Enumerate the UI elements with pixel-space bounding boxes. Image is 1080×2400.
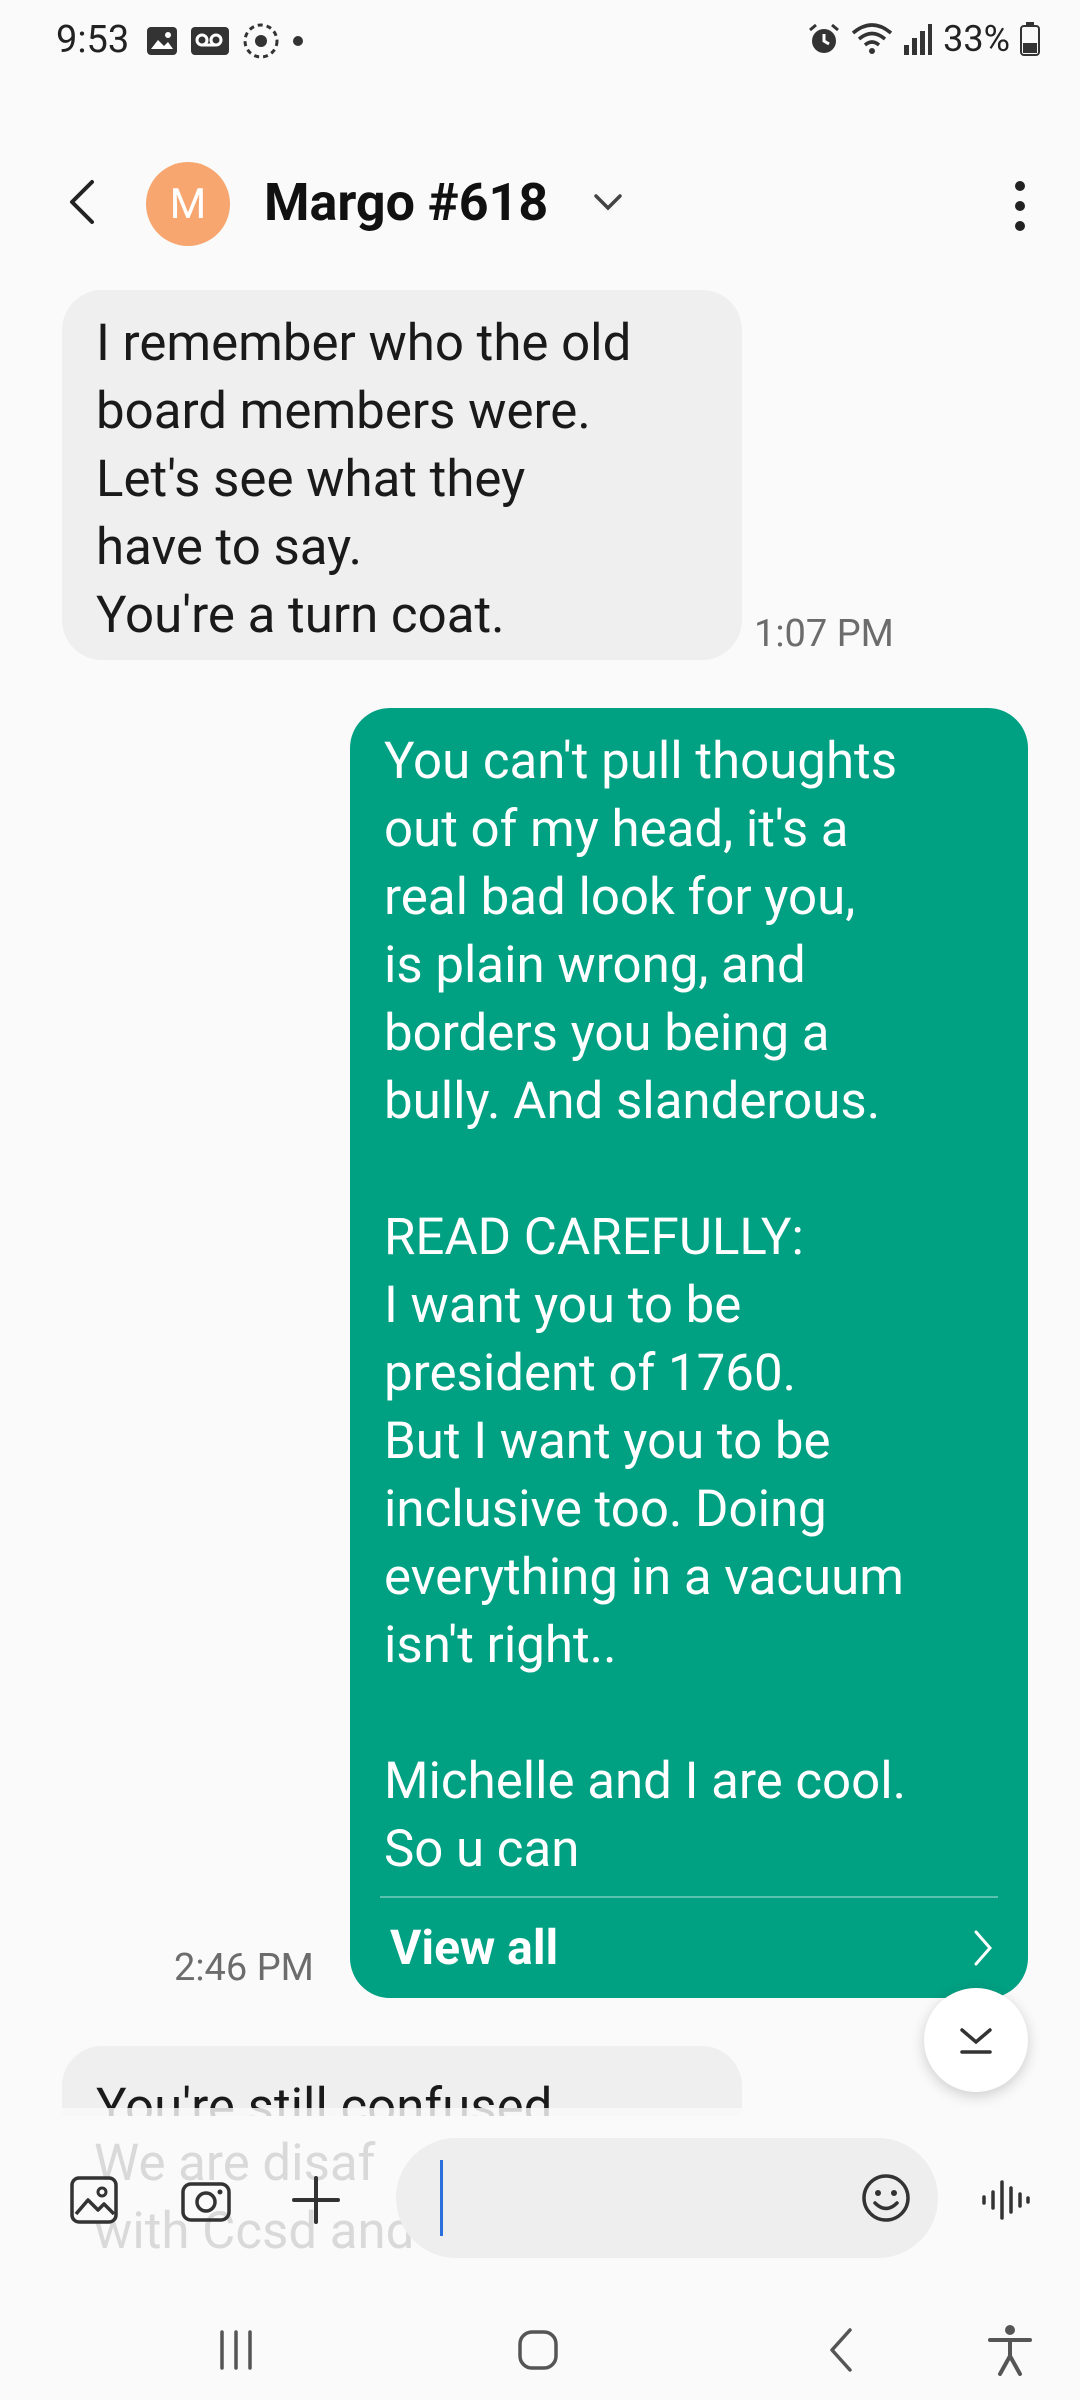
- more-options-icon[interactable]: [1000, 176, 1040, 236]
- plus-icon[interactable]: [286, 2170, 346, 2230]
- camera-icon[interactable]: [176, 2170, 236, 2230]
- message-line: inclusive too. Doing: [384, 1480, 827, 1539]
- avatar-initial: M: [169, 179, 207, 229]
- message-line: I remember who the old: [96, 314, 632, 373]
- message-input[interactable]: [396, 2138, 938, 2258]
- message-line: is plain wrong, and: [384, 936, 806, 995]
- signal-icon: [903, 23, 933, 55]
- message-line: board members were.: [96, 382, 591, 441]
- gallery-notification-icon: [146, 26, 178, 56]
- voicemail-notification-icon: [190, 26, 230, 56]
- navigation-bar: [0, 2290, 1080, 2400]
- voice-recorder-icon[interactable]: [976, 2170, 1036, 2230]
- recent-apps-icon[interactable]: [206, 2320, 266, 2380]
- message-line: But I want you to be: [384, 1412, 831, 1471]
- text-cursor: [440, 2160, 443, 2236]
- message-line: I want you to be: [384, 1276, 742, 1335]
- incoming-message-bubble[interactable]: I remember who the old board members wer…: [62, 290, 742, 660]
- chevron-right-icon: [968, 1926, 998, 1970]
- back-icon[interactable]: [812, 2320, 872, 2380]
- message-line: You're a turn coat.: [96, 586, 505, 645]
- emoji-icon[interactable]: [856, 2168, 916, 2228]
- accessibility-icon[interactable]: [980, 2320, 1040, 2380]
- message-line: [384, 1680, 994, 1748]
- message-line: real bad look for you,: [384, 868, 856, 927]
- battery-icon: [1020, 22, 1040, 56]
- contact-avatar[interactable]: M: [146, 162, 230, 246]
- message-line: Michelle and I are cool.: [384, 1752, 907, 1811]
- message-line: isn't right..: [384, 1616, 617, 1675]
- scroll-to-bottom-button[interactable]: [924, 1988, 1028, 2092]
- gallery-icon[interactable]: [64, 2170, 124, 2230]
- back-arrow-icon[interactable]: [56, 174, 112, 230]
- view-all-label: View all: [390, 1919, 559, 1976]
- battery-percent: 33%: [943, 18, 1010, 60]
- outgoing-message-bubble[interactable]: You can't pull thoughts out of my head, …: [350, 708, 1028, 1998]
- message-line: So u can: [384, 1820, 580, 1879]
- home-icon[interactable]: [508, 2320, 568, 2380]
- message-line: bully. And slanderous.: [384, 1072, 881, 1131]
- status-bar: 9:53 33%: [0, 0, 1080, 80]
- chevron-down-icon: [954, 2020, 998, 2060]
- message-timestamp: 1:07 PM: [754, 612, 894, 656]
- notification-icons: [146, 22, 304, 60]
- sync-notification-icon: [242, 22, 280, 60]
- message-timestamp: 2:46 PM: [174, 1946, 314, 1990]
- chevron-down-icon[interactable]: [590, 190, 626, 214]
- contact-name[interactable]: Margo #618: [264, 172, 548, 233]
- message-line: [384, 1136, 994, 1204]
- message-line: out of my head, it's a: [384, 800, 849, 859]
- message-line: everything in a vacuum: [384, 1548, 904, 1607]
- incoming-message-bubble[interactable]: You're still confused.: [62, 2046, 742, 2116]
- status-time: 9:53: [56, 18, 130, 62]
- wifi-icon: [851, 22, 893, 56]
- message-line: READ CAREFULLY:: [384, 1208, 804, 1267]
- alarm-icon: [807, 22, 841, 56]
- more-notifications-dot-icon: [292, 35, 304, 47]
- message-line: borders you being a: [384, 1004, 830, 1063]
- message-line: president of 1760.: [384, 1344, 797, 1403]
- conversation-header: M Margo #618: [0, 150, 1080, 260]
- view-all-button[interactable]: View all: [380, 1896, 998, 1998]
- message-line: have to say.: [96, 518, 363, 577]
- message-line: You can't pull thoughts: [384, 732, 898, 791]
- message-line: Let's see what they: [96, 450, 526, 509]
- system-icons: 33%: [807, 18, 1040, 60]
